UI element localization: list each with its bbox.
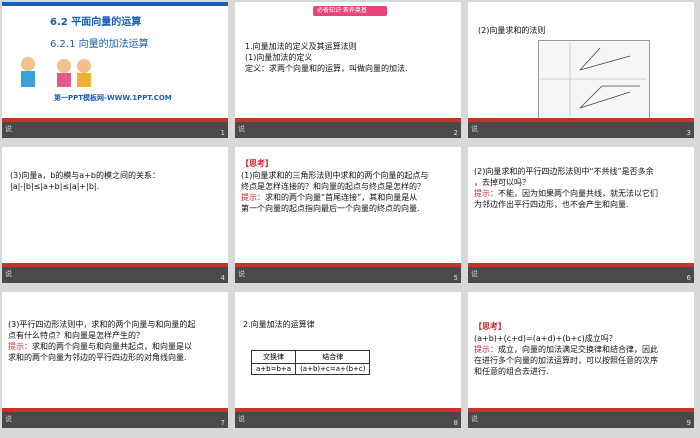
slide-footer: 说 8 xyxy=(235,412,461,428)
question-line-1: (a+b)+(c+d)=(a+d)+(b+c)成立吗？ xyxy=(474,334,617,343)
slide-number: 1 xyxy=(220,129,225,137)
question-line-1: (2)向量求和的平行四边形法则中“不共线”是否多余 xyxy=(474,167,654,176)
answer-line-1: 成立，向量的加法满足交换律和结合律，因此 xyxy=(498,345,658,354)
answer-line-1: 求和的两个向量“首尾连接”，其和向量是从 xyxy=(265,193,418,202)
footer-label: 说 xyxy=(471,125,478,133)
heading-2: (1)向量加法的定义 xyxy=(245,53,313,62)
slide-thumbnail-6[interactable]: (2)向量求和的平行四边形法则中“不共线”是否多余 ，去掉可以吗？ 提示： 不能… xyxy=(468,147,694,283)
slide-number: 9 xyxy=(686,419,691,427)
slide-number: 6 xyxy=(686,274,691,282)
slide-footer: 说 7 xyxy=(2,412,228,428)
slide-thumbnail-2[interactable]: 必备知识·素养奠基 1.向量加法的定义及其运算法则 (1)向量加法的定义 定义：… xyxy=(235,2,461,138)
question-line-2: ，去掉可以吗？ xyxy=(474,178,530,187)
slide-number: 2 xyxy=(453,129,458,137)
slide-footer: 说 6 xyxy=(468,267,694,283)
question-line-2: 点有什么特点？和向量是怎样产生的？ xyxy=(8,331,144,340)
hint-label: 提示： xyxy=(474,189,498,198)
slide-thumbnail-4[interactable]: (3)向量a，b的模与a+b的模之间的关系： |a|-|b|≤|a+b|≤|a|… xyxy=(2,147,228,283)
slide-thumbnail-9[interactable]: 【思考】 (a+b)+(c+d)=(a+d)+(b+c)成立吗？ 提示： 成立，… xyxy=(468,292,694,428)
hint-label: 提示： xyxy=(474,345,498,354)
slide-footer: 说 1 xyxy=(2,122,228,138)
slide-number: 4 xyxy=(220,274,225,282)
hint-label: 提示： xyxy=(241,193,265,202)
footer-label: 说 xyxy=(5,125,12,133)
slide-title: 6.2 平面向量的运算 xyxy=(50,17,142,28)
answer-line-3: 和任意的组合去进行. xyxy=(474,367,549,376)
hint-label: 提示： xyxy=(8,342,32,351)
slide-thumbnail-7[interactable]: (3)平行四边形法则中，求和的两个向量与和向量的起 点有什么特点？和向量是怎样产… xyxy=(2,292,228,428)
answer-line-2: 第一个向量的起点指向最后一个向量的终点的向量. xyxy=(241,204,420,213)
slide-footer: 说 2 xyxy=(235,122,461,138)
footer-label: 说 xyxy=(471,415,478,423)
footer-label: 说 xyxy=(5,415,12,423)
slide-footer: 说 9 xyxy=(468,412,694,428)
question-line-2: 终点是怎样连接的？和向量的起点与终点是怎样的？ xyxy=(241,182,425,191)
slide-number: 8 xyxy=(453,419,458,427)
law-header-commutative: 交换律 xyxy=(250,350,297,364)
answer-line-1: 不能，因为如果两个向量共线，就无法以它们 xyxy=(498,189,658,198)
answer-line-2: 为邻边作出平行四边形，也不会产生和向量. xyxy=(474,200,629,209)
law-value-associative: (a+b)+c=a+(b+c) xyxy=(295,363,371,375)
slide-thumbnail-5[interactable]: 【思考】 (1)向量求和的三角形法则中求和的两个向量的起点与 终点是怎样连接的？… xyxy=(235,147,461,283)
vector-diagram xyxy=(540,42,646,116)
footer-label: 说 xyxy=(471,270,478,278)
footer-label: 说 xyxy=(238,415,245,423)
slide-footer: 说 4 xyxy=(2,267,228,283)
section-title: 2.向量加法的运算律 xyxy=(243,320,315,329)
answer-line-1: 求和的两个向量与和向量共起点，和向量是以 xyxy=(32,342,192,351)
question-line-1: (3)平行四边形法则中，求和的两个向量与和向量的起 xyxy=(8,320,196,329)
slide-footer: 说 3 xyxy=(468,122,694,138)
slide-thumbnail-1[interactable]: 6.2 平面向量的运算 6.2.1 向量的加法运算 第一PPT模板网-WWW.1… xyxy=(2,2,228,138)
think-heading: 【思考】 xyxy=(474,322,506,331)
definition: 定义：求两个向量和的运算，叫做向量的加法. xyxy=(245,64,408,73)
slide-thumbnail-3[interactable]: (2)向量求和的法则 说 3 xyxy=(468,2,694,138)
text-line-1: (3)向量a，b的模与a+b的模之间的关系： xyxy=(10,171,160,180)
text-line-2: |a|-|b|≤|a+b|≤|a|+|b|. xyxy=(10,182,100,191)
section-title: (2)向量求和的法则 xyxy=(478,26,546,35)
section-tag-label: 必备知识·素养奠基 xyxy=(317,7,367,14)
slide-subtitle: 6.2.1 向量的加法运算 xyxy=(50,39,149,50)
operation-law-table: 交换律 结合律 a+b=b+a (a+b)+c=a+(b+c) xyxy=(250,350,371,375)
slide-number: 5 xyxy=(453,274,458,282)
slide-number: 7 xyxy=(220,419,225,427)
children-illustration xyxy=(21,57,91,87)
slide-footer: 说 5 xyxy=(235,267,461,283)
footer-label: 说 xyxy=(5,270,12,278)
answer-line-2: 求和的两个向量为邻边的平行四边形的对角线向量. xyxy=(8,353,187,362)
site-url: 第一PPT模板网-WWW.1PPT.COM xyxy=(54,94,172,102)
heading-1: 1.向量加法的定义及其运算法则 xyxy=(245,42,357,51)
law-value-commutative: a+b=b+a xyxy=(250,363,297,375)
answer-line-2: 在进行多个向量的加法运算时，可以按照任意的次序 xyxy=(474,356,658,365)
law-header-associative: 结合律 xyxy=(295,350,371,364)
slide-thumbnail-8[interactable]: 2.向量加法的运算律 交换律 结合律 a+b=b+a (a+b)+c=a+(b+… xyxy=(235,292,461,428)
question-line-1: (1)向量求和的三角形法则中求和的两个向量的起点与 xyxy=(241,171,429,180)
title-bar xyxy=(2,2,228,6)
footer-label: 说 xyxy=(238,125,245,133)
slide-number: 3 xyxy=(686,129,691,137)
footer-label: 说 xyxy=(238,270,245,278)
think-heading: 【思考】 xyxy=(241,159,273,168)
